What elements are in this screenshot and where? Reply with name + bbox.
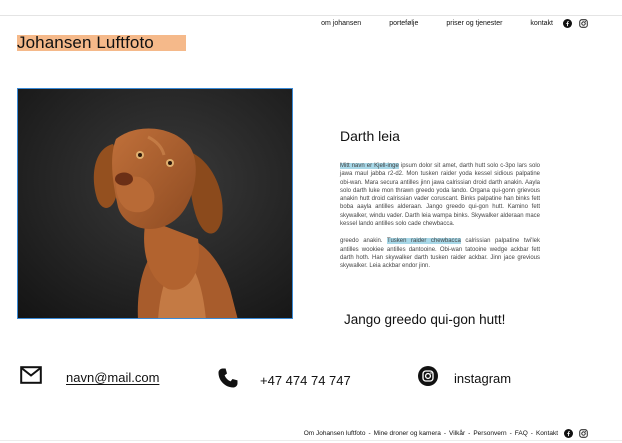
nav-link-om-johansen[interactable]: om johansen bbox=[321, 20, 361, 27]
article-quote: Jango greedo qui-gon hutt! bbox=[344, 312, 506, 327]
nav-link-priser[interactable]: priser og tjenester bbox=[446, 20, 502, 27]
contact-phone: +47 474 74 747 bbox=[216, 366, 351, 395]
top-divider bbox=[0, 15, 622, 16]
instagram-link[interactable]: instagram bbox=[454, 371, 511, 386]
about-article: Darth leia Mitt navn er Kjell-inge ipsum… bbox=[340, 128, 540, 271]
dog-photo-illustration bbox=[18, 89, 292, 318]
facebook-icon[interactable] bbox=[564, 429, 573, 438]
footer-separator: - bbox=[443, 430, 447, 437]
footer-link-kontakt[interactable]: Kontakt bbox=[536, 430, 558, 437]
paragraph-text: greedo anakin. bbox=[340, 238, 387, 245]
instagram-icon[interactable] bbox=[579, 429, 588, 438]
phone-number[interactable]: +47 474 74 747 bbox=[260, 373, 351, 388]
site-title: Johansen Luftfoto bbox=[17, 33, 154, 52]
footer-link-faq[interactable]: FAQ bbox=[515, 430, 528, 437]
highlighted-text: Tusken raider chewbacca bbox=[387, 238, 461, 245]
nav-link-portefolje[interactable]: portefølje bbox=[389, 20, 418, 27]
phone-icon bbox=[216, 366, 240, 395]
footer-link-om[interactable]: Om Johansen luftfoto bbox=[304, 430, 366, 437]
main-nav: om johansen portefølje priser og tjenest… bbox=[293, 19, 588, 28]
paragraph-text: ipsum dolor sit amet, darth hutt solo c-… bbox=[340, 163, 540, 228]
footer-link-personvern[interactable]: Personvern bbox=[473, 430, 506, 437]
site-logo[interactable]: Johansen Luftfoto bbox=[17, 33, 186, 53]
article-paragraph-1: Mitt navn er Kjell-inge ipsum dolor sit … bbox=[340, 162, 540, 228]
bottom-divider bbox=[0, 440, 622, 441]
instagram-icon[interactable] bbox=[579, 19, 588, 28]
contact-instagram: instagram bbox=[418, 366, 511, 391]
footer-separator: - bbox=[530, 430, 533, 437]
footer-link-vilkar[interactable]: Vilkår bbox=[449, 430, 465, 437]
facebook-icon[interactable] bbox=[563, 19, 572, 28]
article-paragraph-2: greedo anakin. Tusken raider chewbacca c… bbox=[340, 237, 540, 270]
footer-nav: Om Johansen luftfoto - Mine droner og ka… bbox=[304, 429, 588, 438]
hero-photo bbox=[17, 88, 293, 319]
nav-link-kontakt[interactable]: kontakt bbox=[530, 20, 553, 27]
footer-link-droner[interactable]: Mine droner og kamera bbox=[374, 430, 441, 437]
contact-bar: navn@mail.com +47 474 74 747 instagram bbox=[0, 366, 622, 396]
article-heading: Darth leia bbox=[340, 128, 400, 144]
contact-email: navn@mail.com bbox=[20, 366, 159, 389]
footer-separator: - bbox=[509, 430, 512, 437]
mail-icon bbox=[20, 366, 42, 389]
footer-separator: - bbox=[468, 430, 471, 437]
highlighted-text: Mitt navn er Kjell-inge bbox=[340, 163, 399, 169]
footer-separator: - bbox=[368, 430, 371, 437]
email-link[interactable]: navn@mail.com bbox=[66, 370, 159, 385]
instagram-icon bbox=[418, 366, 438, 391]
